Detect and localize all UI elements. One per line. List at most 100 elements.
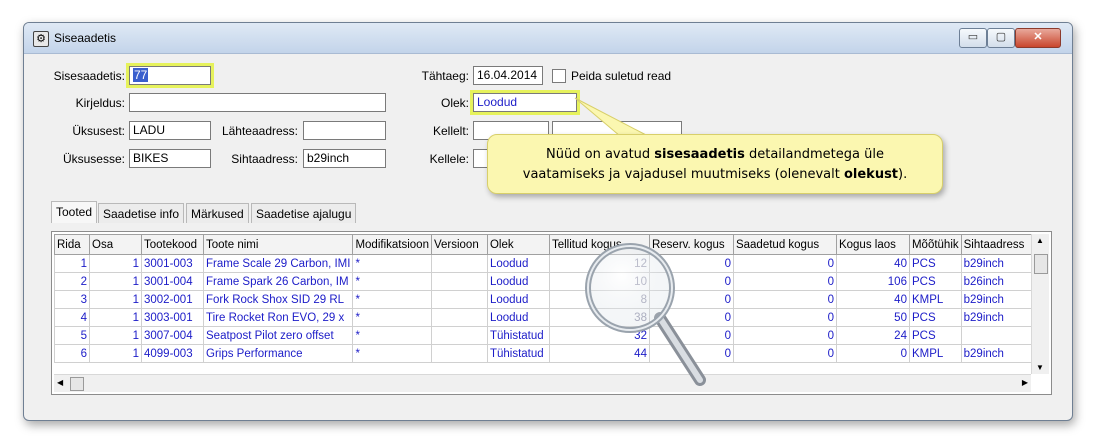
cell-laos[interactable]: 40 (835, 254, 910, 273)
cell-mod[interactable]: * (352, 326, 432, 345)
tab-saadetise-info[interactable]: Saadetise info (98, 203, 185, 223)
cell-olek[interactable]: Loodud (486, 272, 550, 291)
cell-uhik[interactable]: PCS (908, 254, 962, 273)
scroll-up-icon[interactable]: ▲ (1036, 236, 1044, 245)
table-row[interactable]: 5 1 3007-004 Seatpost Pilot zero offset * Tüh… (54, 326, 1039, 345)
cell-saadetud[interactable]: 0 (732, 254, 837, 273)
uksusesse-field[interactable]: BIKES (129, 149, 211, 168)
cell-olek[interactable]: Tühistatud (486, 344, 550, 363)
cell-kood[interactable]: 3002-001 (141, 290, 204, 309)
kirjeldus-field[interactable] (129, 93, 386, 112)
cell-siht[interactable]: b29inch (960, 254, 1039, 273)
vertical-scroll-thumb[interactable] (1034, 254, 1048, 274)
cell-saadetud[interactable]: 0 (732, 326, 837, 345)
cell-kood[interactable]: 3007-004 (141, 326, 204, 345)
cell-kood[interactable]: 3001-004 (141, 272, 204, 291)
uksusest-field[interactable]: LADU (129, 121, 211, 140)
cell-osa[interactable]: 1 (89, 272, 142, 291)
cell-rida[interactable]: 6 (54, 344, 90, 363)
cell-osa[interactable]: 1 (89, 290, 142, 309)
cell-saadetud[interactable]: 0 (732, 308, 837, 327)
col-toote-nimi[interactable]: Toote nimi (202, 234, 354, 255)
col-modifikatsioon[interactable]: Modifikatsioon (352, 234, 432, 255)
table-row[interactable]: 6 1 4099-003 Grips Performance * Tühistatud 44… (54, 344, 1039, 363)
cell-olek[interactable]: Tühistatud (486, 326, 550, 345)
tab-markused[interactable]: Märkused (186, 203, 249, 223)
col-osa[interactable]: Osa (89, 234, 142, 255)
col-rida[interactable]: Rida (54, 234, 90, 255)
cell-mod[interactable]: * (352, 254, 432, 273)
col-kogus-laos[interactable]: Kogus laos (835, 234, 910, 255)
cell-saadetud[interactable]: 0 (732, 344, 837, 363)
cell-laos[interactable]: 0 (835, 344, 910, 363)
cell-osa[interactable]: 1 (89, 254, 142, 273)
cell-laos[interactable]: 40 (835, 290, 910, 309)
title-bar[interactable]: ⚙ Siseaadetis ▭ ▢ ✕ (24, 23, 1072, 54)
cell-siht[interactable] (960, 326, 1039, 345)
cell-rida[interactable]: 1 (54, 254, 90, 273)
cell-osa[interactable]: 1 (89, 308, 142, 327)
table-row[interactable]: 1 1 3001-003 Frame Scale 29 Carbon, IMI * Loo… (54, 254, 1039, 273)
scroll-right-icon[interactable]: ▶ (1022, 378, 1028, 387)
close-button[interactable]: ✕ (1015, 28, 1061, 48)
table-row[interactable]: 2 1 3001-004 Frame Spark 26 Carbon, IM * Lood… (54, 272, 1039, 291)
cell-osa[interactable]: 1 (89, 326, 142, 345)
cell-saadetud[interactable]: 0 (732, 272, 837, 291)
cell-nimi[interactable]: Frame Spark 26 Carbon, IM (202, 272, 354, 291)
cell-ver[interactable] (430, 254, 488, 273)
cell-ver[interactable] (430, 344, 488, 363)
table-row[interactable]: 3 1 3002-001 Fork Rock Shox SID 29 RL * Loodu… (54, 290, 1039, 309)
lahteaadress-field[interactable] (303, 121, 386, 140)
scroll-down-icon[interactable]: ▼ (1036, 363, 1044, 372)
cell-uhik[interactable]: PCS (908, 326, 962, 345)
cell-kood[interactable]: 3001-003 (141, 254, 204, 273)
cell-laos[interactable]: 50 (835, 308, 910, 327)
cell-ver[interactable] (430, 290, 488, 309)
col-tootekood[interactable]: Tootekood (141, 234, 204, 255)
cell-ver[interactable] (430, 326, 488, 345)
vertical-scrollbar[interactable]: ▲ ▼ (1031, 234, 1049, 374)
cell-rida[interactable]: 2 (54, 272, 90, 291)
cell-uhik[interactable]: KMPL (908, 290, 962, 309)
products-grid[interactable]: Rida Osa Tootekood Toote nimi Modifikats… (51, 231, 1052, 395)
col-versioon[interactable]: Versioon (430, 234, 488, 255)
cell-uhik[interactable]: PCS (908, 308, 962, 327)
peida-checkbox[interactable] (552, 69, 566, 83)
cell-osa[interactable]: 1 (89, 344, 142, 363)
cell-olek[interactable]: Loodud (486, 308, 550, 327)
cell-kood[interactable]: 3003-001 (141, 308, 204, 327)
cell-olek[interactable]: Loodud (486, 290, 550, 309)
sisesaadetis-field[interactable]: 77 (129, 66, 211, 85)
cell-siht[interactable]: b29inch (960, 290, 1039, 309)
cell-mod[interactable]: * (352, 344, 432, 363)
cell-nimi[interactable]: Tire Rocket Ron EVO, 29 x (202, 308, 354, 327)
cell-uhik[interactable]: KMPL (908, 344, 962, 363)
col-olek[interactable]: Olek (486, 234, 550, 255)
horizontal-scrollbar[interactable]: ◀ ▶ (54, 374, 1031, 392)
col-sihtaadress[interactable]: Sihtaadress (960, 234, 1039, 255)
cell-siht[interactable]: b26inch (960, 272, 1039, 291)
horizontal-scroll-thumb[interactable] (70, 377, 84, 391)
cell-kood[interactable]: 4099-003 (141, 344, 204, 363)
cell-mod[interactable]: * (352, 290, 432, 309)
cell-rida[interactable]: 4 (54, 308, 90, 327)
cell-rida[interactable]: 3 (54, 290, 90, 309)
cell-ver[interactable] (430, 272, 488, 291)
cell-nimi[interactable]: Fork Rock Shox SID 29 RL (202, 290, 354, 309)
table-row[interactable]: 4 1 3003-001 Tire Rocket Ron EVO, 29 x * Lood… (54, 308, 1039, 327)
tab-saadetise-ajalugu[interactable]: Saadetise ajalugu (251, 203, 357, 223)
cell-siht[interactable]: b29inch (960, 308, 1039, 327)
cell-siht[interactable]: b29inch (960, 344, 1039, 363)
maximize-button[interactable]: ▢ (987, 28, 1015, 48)
cell-olek[interactable]: Loodud (486, 254, 550, 273)
cell-nimi[interactable]: Frame Scale 29 Carbon, IMI (202, 254, 354, 273)
minimize-button[interactable]: ▭ (959, 28, 987, 48)
cell-rida[interactable]: 5 (54, 326, 90, 345)
cell-laos[interactable]: 106 (835, 272, 910, 291)
scroll-left-icon[interactable]: ◀ (57, 378, 63, 387)
cell-ver[interactable] (430, 308, 488, 327)
cell-uhik[interactable]: PCS (908, 272, 962, 291)
cell-nimi[interactable]: Seatpost Pilot zero offset (202, 326, 354, 345)
cell-mod[interactable]: * (352, 308, 432, 327)
cell-laos[interactable]: 24 (835, 326, 910, 345)
